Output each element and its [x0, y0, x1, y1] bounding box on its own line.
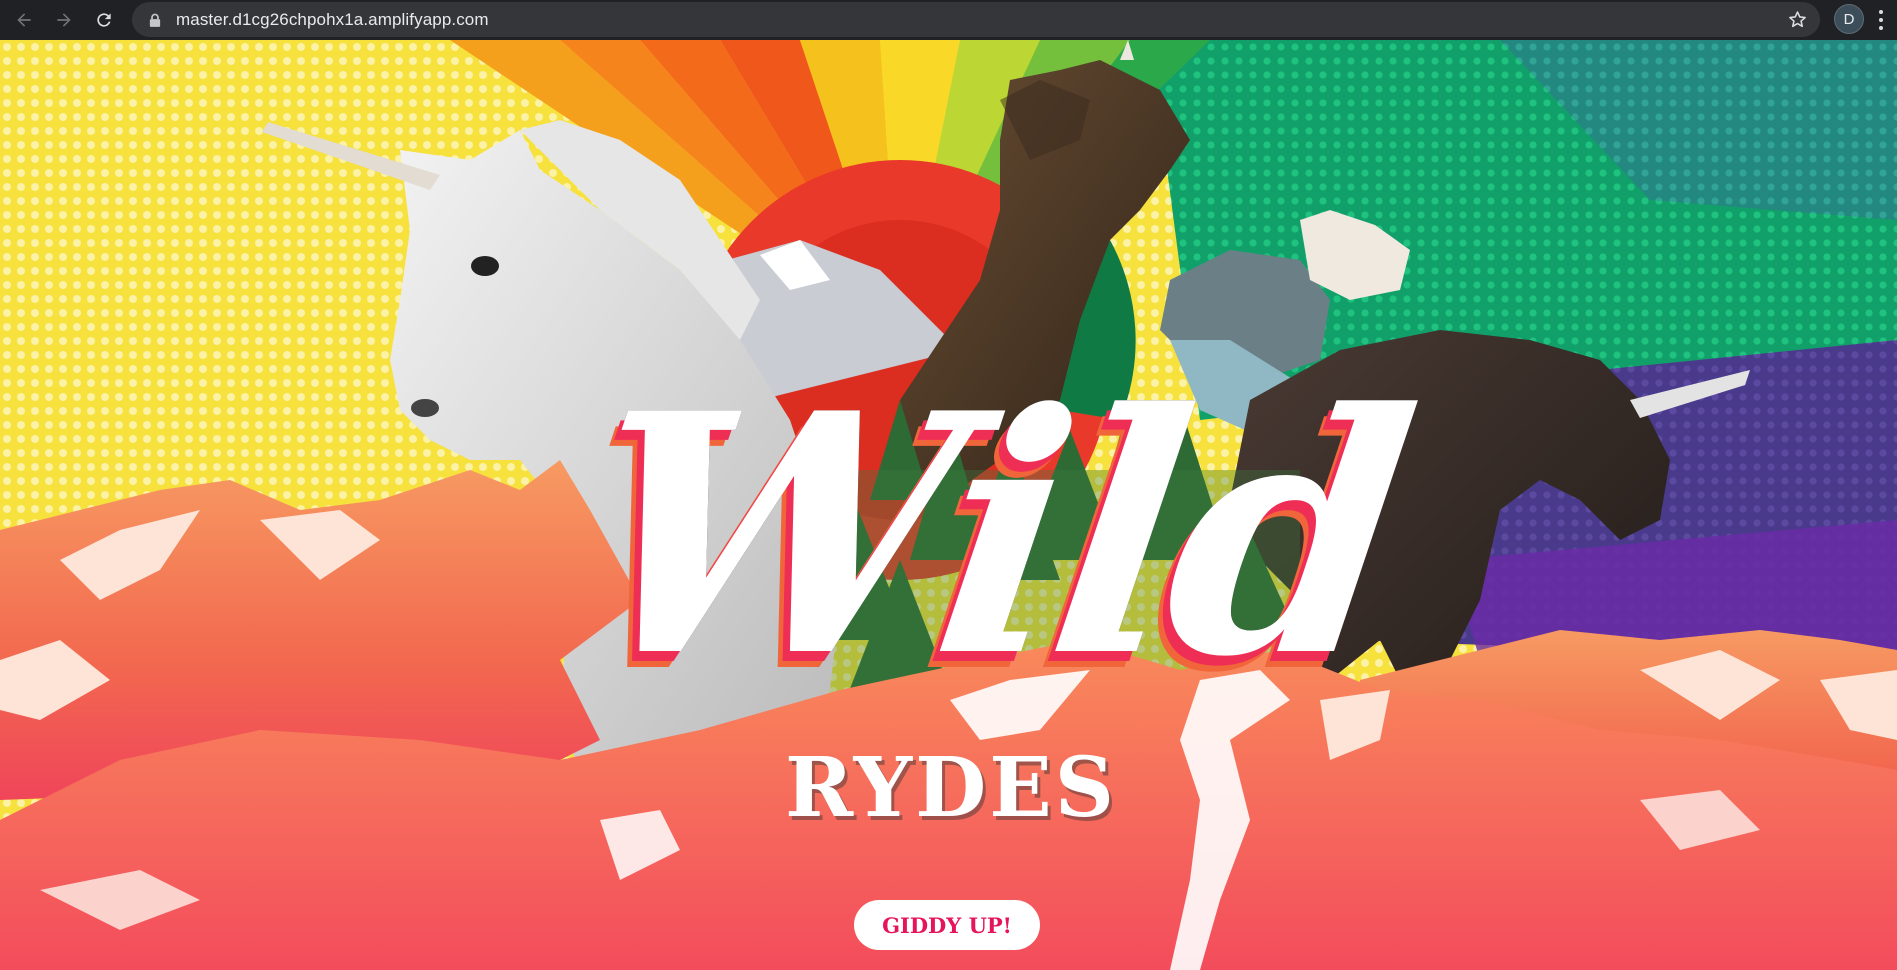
star-icon[interactable] — [1787, 9, 1808, 30]
more-vert-icon[interactable] — [1878, 7, 1894, 33]
reload-icon — [97, 13, 111, 27]
hero-subtitle: RYDES — [785, 740, 1117, 836]
forward-icon — [57, 13, 71, 27]
lock-icon — [148, 12, 162, 28]
url-text[interactable]: master.d1cg26chpohx1a.amplifyapp.com — [176, 10, 489, 30]
wild-logo: Wild — [563, 341, 1424, 790]
address-bar[interactable]: master.d1cg26chpohx1a.amplifyapp.com — [132, 2, 1820, 37]
forward-button[interactable] — [46, 2, 82, 38]
profile-avatar[interactable]: D — [1834, 4, 1864, 34]
browser-toolbar: master.d1cg26chpohx1a.amplifyapp.com D — [0, 0, 1897, 40]
giddy-up-button[interactable]: GIDDY UP! — [854, 900, 1040, 950]
reload-button[interactable] — [86, 2, 122, 38]
back-icon — [17, 13, 31, 27]
back-button[interactable] — [6, 2, 42, 38]
hero-title: Wild — [562, 341, 1424, 729]
